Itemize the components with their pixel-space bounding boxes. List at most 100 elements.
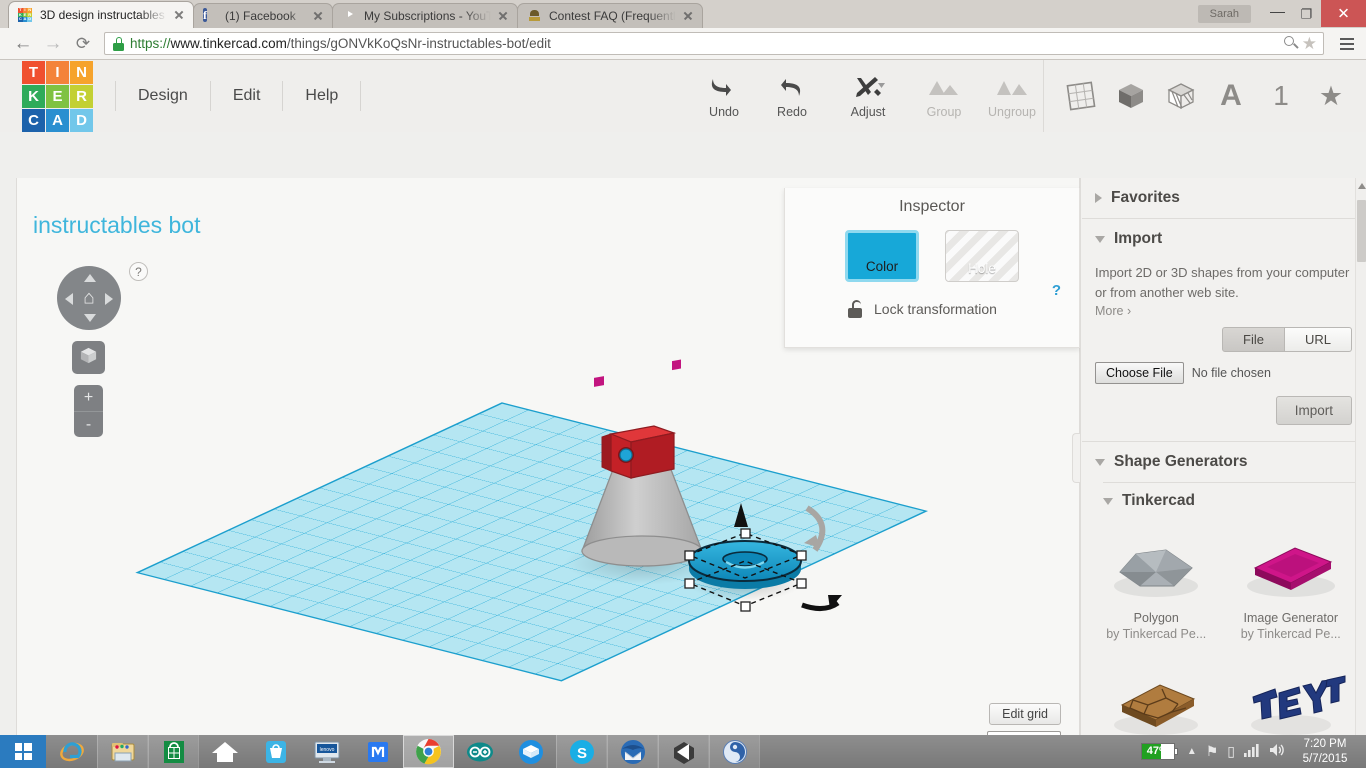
back-button[interactable]: ← [8, 30, 38, 58]
browser-window: TINKERCAD 3D design instructables bo f (… [0, 0, 1366, 735]
taskbar-arduino[interactable] [454, 735, 505, 768]
group-button[interactable]: Group [910, 74, 978, 119]
scrollbar-thumb[interactable] [1357, 200, 1366, 262]
flag-icon[interactable]: ⚑ [1206, 743, 1219, 760]
menu-edit[interactable]: Edit [211, 81, 284, 111]
star-icon[interactable]: ★ [1314, 79, 1348, 113]
battery-indicator[interactable]: 47% [1140, 743, 1178, 760]
start-button[interactable] [0, 735, 46, 768]
shape-item-polygon[interactable]: Polygon by Tinkercad Pe... [1091, 518, 1222, 647]
browser-tab-facebook[interactable]: f (1) Facebook [193, 3, 333, 28]
taskbar-windows-store[interactable] [148, 735, 199, 768]
section-shape-generators[interactable]: Shape Generators [1081, 442, 1366, 482]
section-tinkercad-shapes[interactable]: Tinkercad [1081, 483, 1366, 512]
number-one-icon[interactable]: 1 [1264, 79, 1298, 113]
taskbar-app-store[interactable] [250, 735, 301, 768]
taskbar-paint-net[interactable] [709, 735, 760, 768]
adjust-button[interactable]: Adjust [826, 74, 910, 119]
taskbar-home[interactable] [199, 735, 250, 768]
zoom-in-button[interactable]: + [74, 385, 103, 411]
logo-tile-r: R [70, 84, 93, 108]
taskbar-skype[interactable]: S [556, 735, 607, 768]
tab-file[interactable]: File [1222, 327, 1285, 352]
clock-date: 5/7/2015 [1302, 752, 1348, 765]
image-generator-shape-icon [1230, 528, 1353, 602]
network-icon[interactable] [1244, 743, 1260, 760]
menu-help[interactable]: Help [283, 81, 362, 111]
taskbar-unity[interactable] [658, 735, 709, 768]
browser-tab-instructables[interactable]: Contest FAQ (Frequently A [517, 3, 703, 28]
menu-design[interactable]: Design [115, 81, 211, 111]
tab-title: Contest FAQ (Frequently A [549, 9, 676, 23]
inspector-help-icon[interactable]: ? [1052, 282, 1061, 299]
chrome-menu-icon[interactable] [1336, 34, 1358, 54]
lock-icon [112, 36, 125, 51]
lock-transformation-row[interactable]: Lock transformation [847, 300, 1079, 318]
hole-swatch-button[interactable]: Hole [945, 230, 1019, 282]
nav-left-icon[interactable] [65, 293, 73, 305]
close-icon[interactable] [495, 8, 511, 24]
text-a-icon[interactable]: A [1214, 79, 1248, 113]
close-icon[interactable] [680, 8, 696, 24]
reload-button[interactable]: ⟳ [68, 30, 98, 58]
close-icon[interactable] [310, 8, 326, 24]
tab-url[interactable]: URL [1284, 327, 1352, 352]
fit-to-view-button[interactable] [72, 341, 105, 374]
taskbar-internet-explorer[interactable] [46, 735, 97, 768]
ungroup-button[interactable]: Ungroup [978, 74, 1046, 119]
home-view-icon[interactable]: ⌂ [83, 289, 94, 308]
choose-file-button[interactable]: Choose File [1095, 362, 1184, 384]
import-button[interactable]: Import [1275, 396, 1352, 425]
taskbar-maxthon[interactable] [352, 735, 403, 768]
zoom-controls: + - [74, 385, 103, 437]
design-title[interactable]: instructables bot [33, 212, 200, 239]
redo-button[interactable]: Redo [758, 74, 826, 119]
edit-grid-button[interactable]: Edit grid [989, 703, 1061, 725]
wireframe-cube-icon[interactable] [1164, 79, 1198, 113]
section-import[interactable]: Import [1081, 219, 1366, 259]
canvas-help-badge[interactable]: ? [129, 262, 148, 281]
shape-author: by Tinkercad Pe... [1106, 627, 1207, 641]
user-profile-chip[interactable]: Sarah [1197, 4, 1251, 23]
taskbar-google-chrome[interactable] [403, 735, 454, 768]
nav-up-icon[interactable] [84, 274, 96, 282]
bookmark-star-icon[interactable]: ★ [1302, 35, 1317, 52]
sidebar-scrollbar[interactable] [1355, 178, 1366, 735]
undo-button[interactable]: Undo [690, 74, 758, 119]
nav-down-icon[interactable] [84, 314, 96, 322]
taskbar-thunderbird[interactable] [607, 735, 658, 768]
close-button[interactable]: ✕ [1321, 0, 1366, 27]
browser-tab-tinkercad[interactable]: TINKERCAD 3D design instructables bo [8, 1, 194, 28]
workplane-scene[interactable] [135, 359, 929, 735]
taskbar-dropbox[interactable] [505, 735, 556, 768]
volume-icon[interactable] [1269, 743, 1285, 760]
import-more-link[interactable]: More › [1095, 304, 1352, 318]
zoom-indicator-icon[interactable] [1283, 35, 1300, 52]
section-title: Tinkercad [1122, 492, 1195, 509]
scroll-up-icon[interactable] [1357, 183, 1366, 189]
minimize-button[interactable]: — [1263, 0, 1292, 27]
taskbar-lenovo[interactable]: lenovo [301, 735, 352, 768]
shape-item-image-generator[interactable]: Image Generator by Tinkercad Pe... [1226, 518, 1357, 647]
browser-tab-youtube[interactable]: My Subscriptions - YouTu [332, 3, 518, 28]
color-swatch-button[interactable]: Color [845, 230, 919, 282]
address-bar[interactable]: https://www.tinkercad.com/things/gONVkKo… [104, 32, 1324, 55]
section-favorites[interactable]: Favorites [1081, 178, 1366, 218]
shape-item-text[interactable]: Text [1226, 651, 1357, 735]
shape-item-voronoi[interactable]: Voronoi [1091, 651, 1222, 735]
taskbar-file-explorer[interactable] [97, 735, 148, 768]
tab-title: (1) Facebook [225, 9, 296, 23]
maximize-button[interactable]: ❐ [1292, 0, 1321, 27]
forward-button[interactable]: → [38, 30, 68, 58]
view-navigation-pad[interactable]: ⌂ [57, 266, 121, 330]
show-hidden-icons-button[interactable]: ▲ [1187, 746, 1197, 757]
nav-right-icon[interactable] [105, 293, 113, 305]
battery-icon[interactable]: ▯ [1227, 743, 1235, 760]
inspector-panel: Inspector Color Hole ? Lock transformati… [784, 188, 1080, 348]
close-icon[interactable] [171, 7, 187, 23]
workplane-icon[interactable] [1064, 79, 1098, 113]
solid-cube-icon[interactable] [1114, 79, 1148, 113]
tinkercad-logo[interactable]: TIN KER CAD [22, 60, 93, 132]
zoom-out-button[interactable]: - [74, 411, 103, 437]
taskbar-clock[interactable]: 7:20 PM 5/7/2015 [1294, 737, 1356, 767]
